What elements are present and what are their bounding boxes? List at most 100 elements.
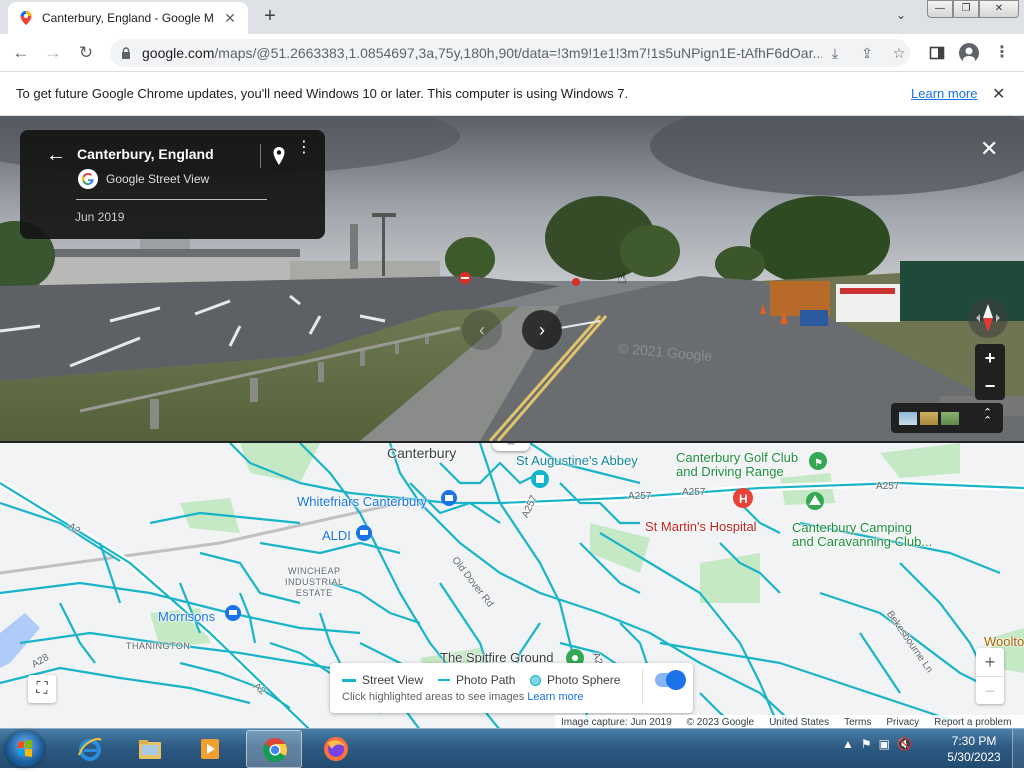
label-a257-3: A257 <box>876 481 900 492</box>
show-hidden-icons-icon[interactable]: ▲ <box>842 737 854 751</box>
taskbar-media-player[interactable] <box>182 730 238 768</box>
taskbar-google-chrome[interactable] <box>246 730 302 768</box>
window-close-button[interactable]: ✕ <box>979 0 1019 18</box>
minimize-button[interactable]: — <box>927 0 953 18</box>
maximize-button[interactable]: ❐ <box>953 0 979 18</box>
hand-cursor-icon: ☝ <box>617 270 627 287</box>
tab-search-chevron-icon[interactable]: ⌄ <box>896 8 906 22</box>
footer-image-capture: Image capture: Jun 2019 <box>561 717 672 728</box>
imagery-thumbnail-strip[interactable]: ⌃ ⌃ <box>891 403 1003 433</box>
bookmark-star-icon[interactable]: ☆ <box>890 44 908 62</box>
expand-map-icon[interactable]: ⛶ <box>28 675 56 703</box>
footer-region[interactable]: United States <box>769 715 829 728</box>
label-canterbury[interactable]: Canterbury <box>387 445 456 461</box>
footer-copyright: © 2023 Google <box>686 717 755 728</box>
back-arrow-icon[interactable]: ← <box>46 144 66 167</box>
label-a257-2: A257 <box>682 487 706 498</box>
infobar-learn-more-link[interactable]: Learn more <box>911 86 977 101</box>
reload-icon[interactable]: ↻ <box>75 42 97 64</box>
clock-date: 5/30/2023 <box>947 750 1001 764</box>
footer-report-link[interactable]: Report a problem <box>934 715 1011 728</box>
street-view-coverage-legend: Street View Photo Path Photo Sphere Clic… <box>330 663 693 713</box>
map-zoom-in-button[interactable]: + <box>976 648 1004 676</box>
label-st-martins-hospital[interactable]: St Martin's Hospital <box>645 519 757 534</box>
legend-hint-text: Click highlighted areas to see images <box>342 691 525 703</box>
legend-hint: Click highlighted areas to see images Le… <box>342 691 584 703</box>
tab-title: Canterbury, England - Google Maps <box>42 11 214 25</box>
thumbnail-3[interactable] <box>941 412 959 425</box>
next-arrow-icon[interactable]: › <box>522 310 562 350</box>
more-options-icon[interactable]: ⋮ <box>296 140 312 156</box>
share-icon[interactable]: ⇪ <box>858 44 876 62</box>
zoom-out-button[interactable]: − <box>975 372 1005 400</box>
legend-street-view: Street View <box>342 673 423 687</box>
google-logo-icon <box>78 169 98 189</box>
label-golf-club[interactable]: Canterbury Golf Club and Driving Range <box>676 451 798 479</box>
folder-icon <box>139 740 161 759</box>
svg-text:⚑: ⚑ <box>814 458 823 469</box>
close-street-view-icon[interactable]: ✕ <box>980 136 998 162</box>
show-desktop-button[interactable] <box>1012 729 1024 769</box>
street-view-zoom-control: + − <box>975 344 1005 400</box>
volume-muted-icon[interactable]: 🔇 <box>897 737 912 751</box>
legend-separator <box>642 669 643 705</box>
legend-street-view-label: Street View <box>362 673 424 687</box>
thumbnail-2[interactable] <box>920 412 938 425</box>
expand-chevron-icon[interactable]: ⌃ ⌃ <box>983 408 992 427</box>
street-view-panorama[interactable]: © 2021 Google ← Canterbury, England ⋮ Go… <box>0 116 1024 441</box>
photo-path-line-icon <box>438 679 450 681</box>
legend-learn-more-link[interactable]: Learn more <box>527 691 583 703</box>
panel-resize-handle[interactable]: ═ <box>492 443 530 451</box>
action-center-flag-icon[interactable]: ⚑ <box>861 737 872 751</box>
label-st-augustines-abbey[interactable]: St Augustine's Abbey <box>516 453 638 468</box>
address-bar[interactable]: google.com/maps/@51.2663383,1.0854697,3a… <box>110 39 910 67</box>
photo-sphere-dot-icon <box>530 674 541 686</box>
system-clock[interactable]: 7:30 PM 5/30/2023 <box>944 733 1004 765</box>
street-view-source-label: Google Street View <box>106 172 210 186</box>
label-morrisons[interactable]: Morrisons <box>158 609 215 624</box>
map-pin-icon[interactable] <box>272 146 286 166</box>
label-thanington: THANINGTON <box>126 641 191 651</box>
label-whitefriars[interactable]: Whitefriars Canterbury <box>297 494 427 509</box>
url-path: /maps/@51.2663383,1.0854697,3a,75y,180h,… <box>214 45 822 61</box>
chrome-menu-icon[interactable]: ⋮ <box>991 42 1013 64</box>
tab-google-maps[interactable]: Canterbury, England - Google Maps ✕ <box>8 2 248 34</box>
profile-avatar-icon[interactable] <box>958 42 980 64</box>
legend-photo-path: Photo Path <box>438 673 515 687</box>
side-panel-icon[interactable] <box>926 42 948 64</box>
taskbar-file-explorer[interactable] <box>122 730 178 768</box>
back-arrow-icon[interactable]: ← <box>10 42 32 64</box>
infobar-message: To get future Google Chrome updates, you… <box>16 86 629 101</box>
start-button-icon[interactable] <box>6 731 44 767</box>
label-aldi[interactable]: ALDI <box>322 528 351 543</box>
legend-photo-sphere-label: Photo Sphere <box>547 673 621 687</box>
map-zoom-control: + − <box>976 648 1004 704</box>
zoom-in-button[interactable]: + <box>975 344 1005 372</box>
browser-toolbar: ← → ↻ google.com/maps/@51.2663383,1.0854… <box>0 34 1024 72</box>
network-icon[interactable]: ▣ <box>879 737 890 751</box>
footer-terms-link[interactable]: Terms <box>844 715 871 728</box>
clock-time: 7:30 PM <box>951 734 997 748</box>
map-zoom-out-button[interactable]: − <box>976 676 1004 704</box>
label-camping-club[interactable]: Canterbury Camping and Caravanning Club.… <box>792 521 932 549</box>
previous-arrow-icon[interactable]: ‹ <box>462 310 502 350</box>
label-wincheap: WINCHEAP INDUSTRIAL ESTATE <box>285 566 344 598</box>
compass-icon[interactable] <box>968 298 1008 338</box>
footer-privacy-link[interactable]: Privacy <box>886 715 919 728</box>
capture-date[interactable]: Jun 2019 <box>75 210 124 224</box>
map-footer: Image capture: Jun 2019 © 2023 Google Un… <box>555 715 1024 728</box>
tab-close-icon[interactable]: ✕ <box>222 10 238 27</box>
install-app-icon[interactable]: ⤓ <box>826 44 844 62</box>
map-view[interactable]: H ⚑ ═ Canterbury St Augustine's Abbey Ca… <box>0 441 1024 728</box>
url-text: google.com/maps/@51.2663383,1.0854697,3a… <box>142 45 822 61</box>
new-tab-button[interactable]: + <box>260 6 280 26</box>
thumbnail-1[interactable] <box>899 412 917 425</box>
infobar-close-icon[interactable]: ✕ <box>992 84 1005 104</box>
taskbar-internet-explorer[interactable] <box>62 730 118 768</box>
legend-photo-sphere: Photo Sphere <box>530 673 620 687</box>
label-wootton: Woolto <box>984 634 1024 649</box>
taskbar-firefox[interactable] <box>308 730 364 768</box>
forward-arrow-icon[interactable]: → <box>42 42 64 64</box>
firefox-icon <box>324 737 348 761</box>
coverage-toggle[interactable] <box>655 670 686 690</box>
